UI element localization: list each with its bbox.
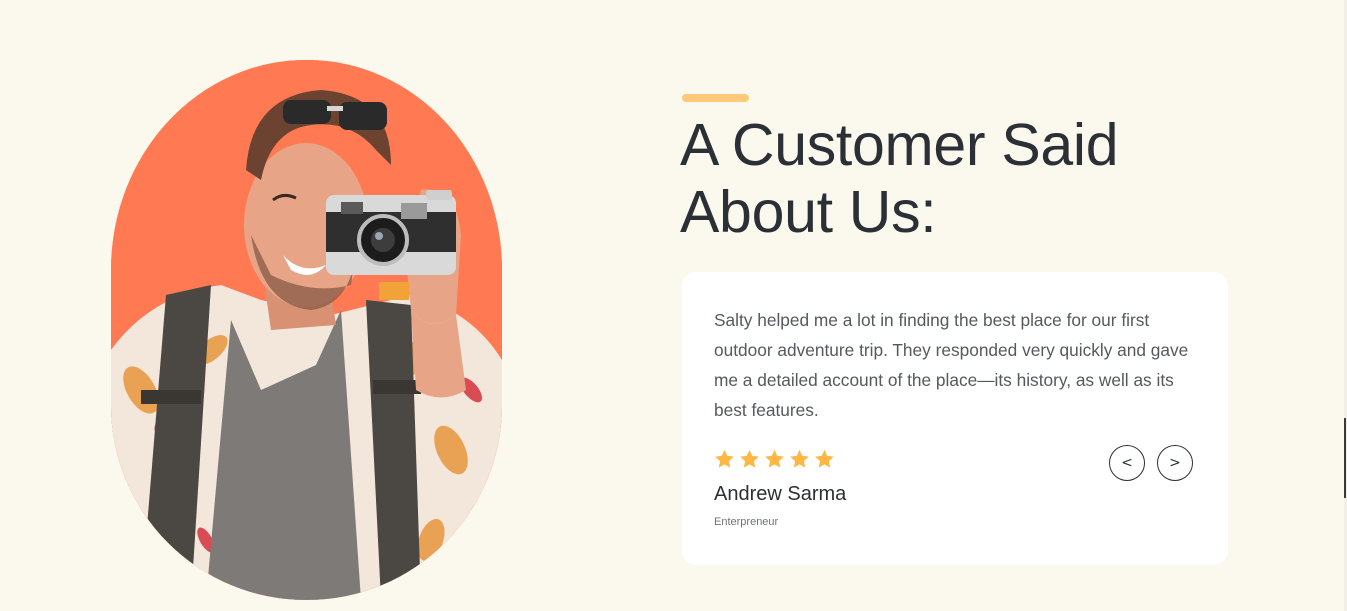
star-icon	[815, 449, 834, 468]
star-icon	[715, 449, 734, 468]
testimonial-quote: Salty helped me a lot in finding the bes…	[714, 310, 1189, 420]
next-testimonial-button[interactable]: >	[1157, 445, 1193, 481]
star-rating	[713, 448, 836, 470]
star-icon	[790, 449, 809, 468]
reviewer-name: Andrew Sarma	[714, 483, 847, 505]
testimonial-card: Salty helped me a lot in finding the bes…	[682, 272, 1228, 565]
heading-accent-bar	[682, 94, 749, 102]
section-heading: A Customer Said About Us:	[680, 112, 1119, 245]
previous-testimonial-button[interactable]: <	[1109, 445, 1145, 481]
scrollbar-thumb[interactable]	[1344, 418, 1346, 498]
star-icon	[765, 449, 784, 468]
testimonial-section: A Customer Said About Us: Salty helped m…	[0, 0, 1347, 611]
star-icon	[740, 449, 759, 468]
photographer-illustration	[111, 60, 502, 600]
customer-photo	[111, 60, 502, 600]
reviewer-role: Enterpreneur	[714, 516, 779, 528]
